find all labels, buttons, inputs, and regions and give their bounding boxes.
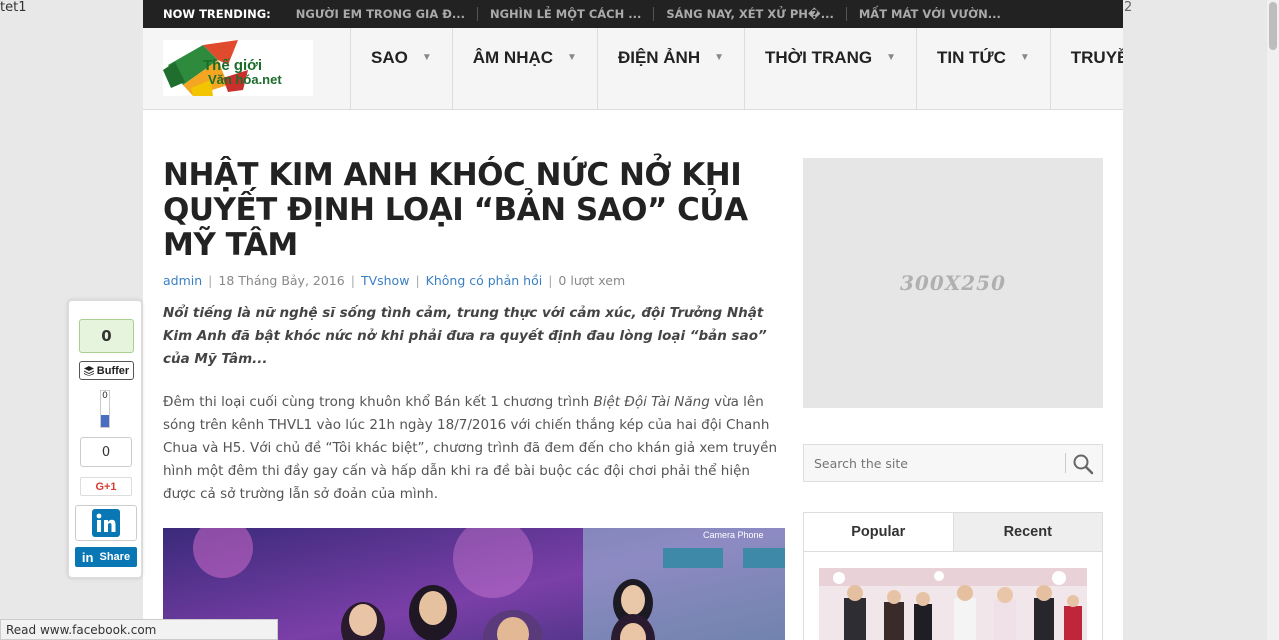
nav-item-truyen-hinh[interactable]: TRUYỀN HÌNH▼	[1049, 28, 1123, 110]
site-header: Thế giới Văn hóa.net SAO ▼ ÂM NHẠC ▼ ĐIỆN …	[143, 28, 1123, 110]
author-link[interactable]: admin	[163, 273, 202, 288]
buffer-count: 0	[100, 390, 110, 428]
svg-text:Camera Phone: Camera Phone	[703, 530, 764, 540]
scrollbar-thumb[interactable]	[1269, 2, 1277, 50]
gplus-button[interactable]: G+1	[80, 477, 132, 496]
chevron-down-icon: ▼	[714, 52, 725, 63]
show-name: Biệt Đội Tài Năng	[593, 394, 710, 410]
trending-item[interactable]: NGƯỜI EM TRONG GIA Đ...	[296, 7, 477, 21]
article-meta: admin | 18 Tháng Bảy, 2016 | TVshow | Không có…	[163, 273, 626, 288]
article-paragraph: Đêm thi loại cuối cùng trong khuôn khổ B…	[163, 394, 777, 502]
ad-placeholder[interactable]: 300X250	[803, 158, 1103, 408]
article: NHẬT KIM ANH KHÓC NỨC NỞ KHI QUYẾT ĐỊNH …	[163, 158, 785, 640]
trending-item[interactable]: NGHÌN LẺ MỘT CÁCH ...	[476, 7, 653, 21]
social-share-bar: 0 Buffer 0 0 G+1 in Share	[68, 300, 142, 578]
sidebar: 300X250 Popular Recent	[803, 158, 1103, 640]
tab-popular[interactable]: Popular	[804, 513, 953, 551]
popular-panel	[803, 552, 1103, 640]
linkedin-share-button[interactable]: in Share	[75, 547, 137, 567]
linkedin-icon	[92, 509, 120, 537]
chevron-down-icon: ▼	[567, 52, 577, 63]
facebook-share-count[interactable]: 0	[79, 319, 134, 353]
buffer-icon	[83, 365, 94, 376]
post-date: 18 Tháng Bảy, 2016	[218, 273, 345, 288]
linkedin-count[interactable]	[75, 505, 137, 541]
search-divider	[1065, 453, 1066, 473]
article-title: NHẬT KIM ANH KHÓC NỨC NỞ KHI QUYẾT ĐỊNH …	[163, 157, 748, 263]
site-page: NOW TRENDING: NGƯỜI EM TRONG GIA Đ... NG…	[143, 0, 1123, 640]
popular-post-thumbnail[interactable]	[819, 568, 1087, 640]
chevron-down-icon: ▼	[1019, 52, 1030, 63]
tab-recent[interactable]: Recent	[952, 513, 1102, 551]
linkedin-small-icon: in	[81, 549, 94, 565]
category-link[interactable]: TVshow	[361, 273, 410, 288]
browser-status-bar: Read www.facebook.com	[0, 619, 278, 640]
window-title-fragment: tet1	[0, 0, 27, 15]
nav-item-thoi-trang[interactable]: THỜI TRANG ▼	[744, 28, 916, 110]
buffer-button[interactable]: Buffer	[79, 361, 134, 380]
group-photo-graphic	[819, 568, 1087, 640]
nav-item-tin-tuc[interactable]: TIN TỨC ▼	[915, 28, 1050, 110]
view-count: 0 lượt xem	[558, 273, 626, 288]
search-box	[803, 444, 1103, 482]
trending-bar: NOW TRENDING: NGƯỜI EM TRONG GIA Đ... NG…	[143, 0, 1123, 28]
window-corner-text: 2	[1124, 0, 1133, 15]
buffer-count-fill	[101, 415, 109, 427]
main-nav: SAO ▼ ÂM NHẠC ▼ ĐIỆN ẢNH ▼ THỜI TRANG ▼ TIN …	[350, 28, 1123, 110]
trending-label: NOW TRENDING:	[163, 7, 271, 21]
article-lead: Nổi tiếng là nữ nghệ sĩ sống tình cảm, t…	[163, 305, 767, 367]
gplus-count: 0	[80, 437, 132, 467]
site-logo[interactable]: Thế giới Văn hóa.net	[163, 40, 313, 96]
chevron-down-icon: ▼	[421, 52, 432, 63]
nav-item-dien-anh[interactable]: ĐIỆN ẢNH ▼	[596, 28, 744, 110]
nav-item-am-nhac[interactable]: ÂM NHẠC ▼	[451, 28, 597, 110]
trending-item[interactable]: SÁNG NAY, XÉT XỬ PH�...	[653, 7, 845, 21]
nav-item-sao[interactable]: SAO ▼	[350, 28, 452, 110]
trending-item[interactable]: MẤT MÁT VỚI VƯỜN...	[845, 7, 1013, 21]
widget-tabs: Popular Recent	[803, 512, 1103, 552]
svg-text:Văn hóa.net: Văn hóa.net	[208, 72, 282, 87]
search-input[interactable]	[804, 445, 1064, 481]
chevron-down-icon: ▼	[886, 52, 896, 63]
page-scrollbar[interactable]	[1267, 0, 1279, 640]
comments-link[interactable]: Không có phản hồi	[426, 273, 543, 288]
logo-graphic: Thế giới Văn hóa.net	[163, 40, 282, 96]
search-icon[interactable]	[1072, 453, 1094, 475]
